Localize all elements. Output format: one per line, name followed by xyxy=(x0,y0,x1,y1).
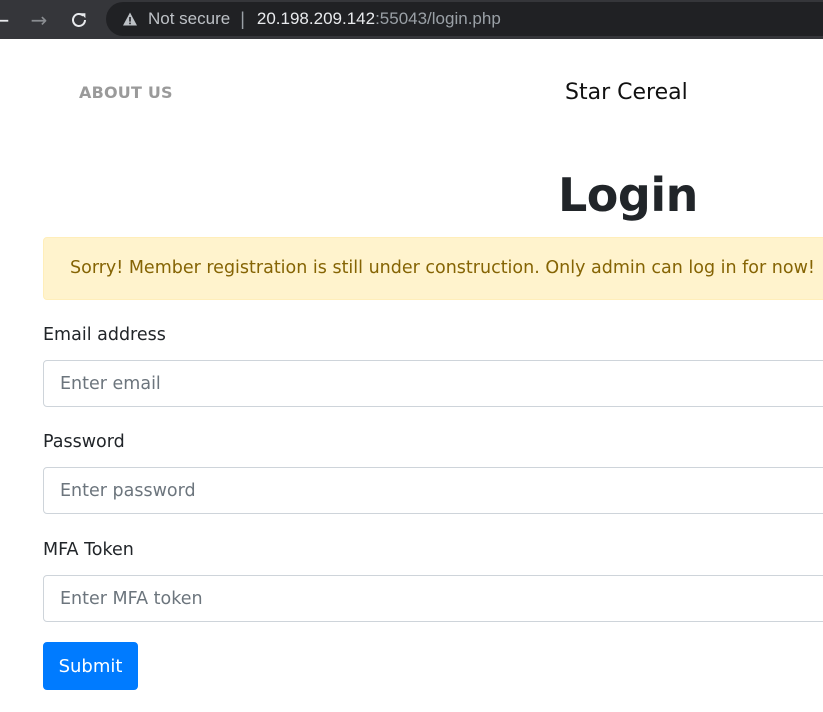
reload-icon[interactable] xyxy=(64,0,94,39)
url-separator: | xyxy=(240,8,245,29)
email-input[interactable] xyxy=(43,360,823,407)
url-host[interactable]: 20.198.209.142 xyxy=(257,9,375,29)
security-label[interactable]: Not secure xyxy=(148,9,230,29)
address-bar[interactable]: Not secure | 20.198.209.142:55043/login.… xyxy=(106,2,823,36)
submit-button[interactable]: Submit xyxy=(43,642,138,690)
construction-alert: Sorry! Member registration is still unde… xyxy=(43,237,823,300)
warning-triangle-icon[interactable] xyxy=(122,11,138,27)
page-title: Login xyxy=(558,168,698,222)
url-path[interactable]: :55043/login.php xyxy=(375,9,501,29)
browser-toolbar: ← → Not secure | 20.198.209.142:55043/lo… xyxy=(0,0,823,39)
password-input[interactable] xyxy=(43,467,823,514)
nav-about-us-link[interactable]: ABOUT US xyxy=(79,83,173,102)
mfa-token-label: MFA Token xyxy=(43,540,134,560)
email-label: Email address xyxy=(43,325,166,345)
back-icon[interactable]: ← xyxy=(0,0,16,39)
forward-icon[interactable]: → xyxy=(24,0,54,39)
mfa-token-input[interactable] xyxy=(43,575,823,622)
password-label: Password xyxy=(43,432,125,452)
brand-name[interactable]: Star Cereal xyxy=(565,80,688,105)
